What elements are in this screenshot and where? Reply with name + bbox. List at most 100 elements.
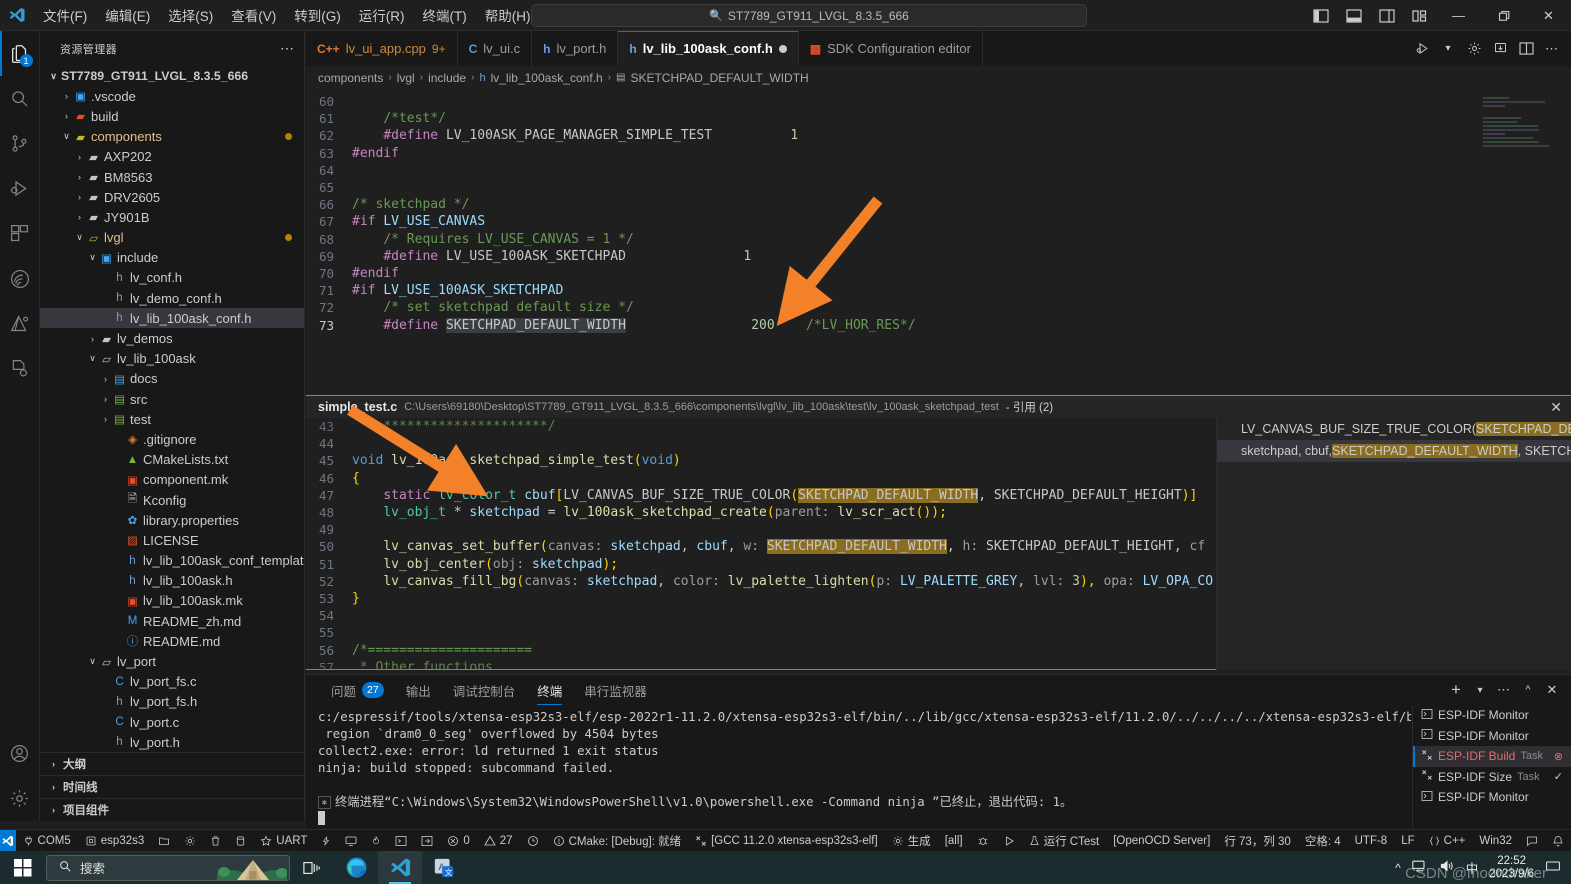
- taskbar-microsoft-edge[interactable]: [334, 851, 378, 884]
- status-bar-item-bug-icon[interactable]: [970, 830, 996, 852]
- editor-tab-lv_port.h[interactable]: h lv_port.h: [532, 31, 619, 66]
- activitybar-item-settings[interactable]: [0, 776, 40, 821]
- status-bar-item-utf8[interactable]: UTF-8: [1348, 830, 1395, 852]
- status-bar-item-27[interactable]: 27: [477, 830, 520, 852]
- status-bar-item-4[interactable]: 空格: 4: [1298, 830, 1348, 852]
- chevron-down-icon[interactable]: ▾: [1435, 31, 1461, 66]
- activitybar-item-source-control[interactable]: [0, 121, 40, 166]
- code-line[interactable]: 71 #if LV_USE_100ASK_SKETCHPAD: [306, 282, 1571, 299]
- more-actions-icon[interactable]: ⋯: [1539, 31, 1565, 66]
- panel-tab-1[interactable]: 输出: [395, 675, 442, 705]
- chevron-down-icon[interactable]: ▾: [1469, 675, 1491, 705]
- tree-item-test[interactable]: › ▤ test: [40, 409, 304, 429]
- breadcrumb-item[interactable]: lvgl: [397, 71, 415, 85]
- status-bar-item-com5[interactable]: COM5: [16, 830, 78, 852]
- tree-item-lv_lib_100ask[interactable]: ∨ ▱ lv_lib_100ask: [40, 349, 304, 369]
- status-bar-item-lf[interactable]: LF: [1394, 830, 1421, 852]
- chevron-down-icon[interactable]: ∨: [87, 353, 98, 364]
- tree-item-library.properties[interactable]: ›✿library.properties: [40, 510, 304, 530]
- editor-tab-lv_lib_100ask_conf.h[interactable]: h lv_lib_100ask_conf.h: [618, 31, 799, 66]
- toggle-panel-icon[interactable]: [1337, 0, 1370, 31]
- code-line[interactable]: 68 /* Requires LV_USE_CANVAS = 1 */: [306, 231, 1571, 248]
- menu-edit[interactable]: 编辑(E): [96, 2, 159, 28]
- code-line[interactable]: 73 #define SKETCHPAD_DEFAULT_WIDTH 200 /…: [306, 316, 1571, 333]
- tree-item-lv_demo_conf.h[interactable]: ›hlv_demo_conf.h: [40, 288, 304, 308]
- tree-item-lv_lib_100ask_conf.h[interactable]: ›hlv_lib_100ask_conf.h: [40, 308, 304, 329]
- tree-item-build[interactable]: › ▰ build: [40, 106, 304, 126]
- status-bar-item-bell-icon[interactable]: [1545, 830, 1571, 852]
- code-line[interactable]: 60: [306, 93, 1571, 110]
- more-actions-icon[interactable]: ⋯: [280, 40, 295, 57]
- panel-tab-0[interactable]: 问题 27: [320, 675, 395, 705]
- chevron-right-icon[interactable]: ›: [48, 759, 59, 769]
- status-bar-item-flame-icon[interactable]: [364, 830, 388, 852]
- tree-item-lv_port.c[interactable]: ›Clv_port.c: [40, 712, 304, 732]
- tree-item-.gitignore[interactable]: ›◈.gitignore: [40, 429, 304, 449]
- status-bar-item-folder-icon[interactable]: [151, 830, 177, 852]
- sidebar-section-1[interactable]: › 时间线: [40, 775, 304, 798]
- tree-item-component.mk[interactable]: ›▣component.mk: [40, 470, 304, 490]
- chevron-right-icon[interactable]: ›: [48, 782, 59, 792]
- flash-download-icon[interactable]: [1487, 31, 1513, 66]
- status-bar-item-clock-icon[interactable]: [520, 830, 546, 852]
- chevron-right-icon[interactable]: ›: [48, 805, 59, 815]
- menu-help[interactable]: 帮助(H): [476, 2, 540, 28]
- chevron-right-icon[interactable]: ›: [74, 172, 85, 182]
- quick-search-bar[interactable]: 🔍 ST7789_GT911_LVGL_8.3.5_666: [531, 4, 1087, 27]
- terminal-list-item[interactable]: ESP-IDF Monitor: [1413, 705, 1571, 726]
- tree-item-drv2605[interactable]: › ▰ DRV2605: [40, 187, 304, 207]
- tree-item-include[interactable]: ∨ ▣ include: [40, 248, 304, 268]
- reference-item[interactable]: LV_CANVAS_BUF_SIZE_TRUE_COLOR(SKETCHPAD_…: [1217, 418, 1571, 440]
- breadcrumb[interactable]: components › lvgl › include › h lv_lib_100ask_c…: [306, 66, 1571, 89]
- chevron-down-icon[interactable]: ∨: [87, 656, 98, 667]
- status-bar-item-database-icon[interactable]: [228, 830, 253, 852]
- chevron-right-icon[interactable]: ›: [74, 152, 85, 162]
- status-bar-item-win32[interactable]: Win32: [1472, 830, 1519, 852]
- panel-tab-4[interactable]: 串行监视器: [573, 675, 658, 705]
- tree-item-lv_lib_100ask_conf_template.h[interactable]: ›hlv_lib_100ask_conf_template.h: [40, 551, 304, 571]
- tree-item-lv_lib_100ask.h[interactable]: ›hlv_lib_100ask.h: [40, 571, 304, 591]
- chevron-right-icon[interactable]: ›: [61, 111, 72, 121]
- taskbar-search-box[interactable]: 搜索: [46, 854, 290, 881]
- close-button[interactable]: ✕: [1526, 0, 1571, 31]
- panel-tab-2[interactable]: 调试控制台: [442, 675, 527, 705]
- maximize-button[interactable]: [1481, 0, 1526, 31]
- status-bar-item-arrow-right-box-icon[interactable]: [414, 830, 440, 852]
- activitybar-item-run-debug[interactable]: [0, 166, 40, 211]
- code-line[interactable]: 69 #define LV_USE_100ASK_SKETCHPAD 1: [306, 248, 1571, 265]
- terminal-list-item[interactable]: ESP-IDF Monitor: [1413, 726, 1571, 747]
- status-bar-item-terminal-icon[interactable]: [388, 830, 414, 852]
- tree-item-src[interactable]: › ▤ src: [40, 389, 304, 409]
- taskbar-clock[interactable]: 22:52 2023/9/6: [1489, 855, 1534, 881]
- notification-icon[interactable]: [1545, 859, 1561, 876]
- code-line[interactable]: 66 /* sketchpad */: [306, 196, 1571, 213]
- status-bar-item-esp32s3[interactable]: esp32s3: [78, 830, 151, 852]
- editor-tabs[interactable]: C++ lv_ui_app.cpp 9+ Clv_ui.c h lv_port.h h lv_…: [306, 31, 1571, 66]
- minimap[interactable]: [1483, 93, 1561, 368]
- maximize-panel-icon[interactable]: ^: [1517, 675, 1539, 705]
- breadcrumb-item[interactable]: include: [428, 71, 466, 85]
- minimize-button[interactable]: —: [1436, 0, 1481, 31]
- tree-item-readme_zh.md[interactable]: ›MREADME_zh.md: [40, 611, 304, 631]
- status-bar-item-feedback-icon[interactable]: [1519, 830, 1545, 852]
- toggle-secondary-sidebar-icon[interactable]: [1370, 0, 1403, 31]
- tree-item-lvgl[interactable]: ∨ ▱ lvgl: [40, 228, 304, 248]
- chevron-right-icon[interactable]: ›: [100, 414, 111, 424]
- status-bar-item-cmakedebug[interactable]: CMake: [Debug]: 就绪: [546, 830, 688, 852]
- network-icon[interactable]: [1411, 859, 1428, 876]
- status-bar-item-trash-icon[interactable]: [203, 830, 228, 852]
- sidebar-section-0[interactable]: › 大纲: [40, 752, 304, 775]
- code-line[interactable]: 72 /* set sketchpad default size */: [306, 299, 1571, 316]
- chevron-right-icon[interactable]: ›: [100, 394, 111, 404]
- more-actions-icon[interactable]: ⋯: [1493, 675, 1515, 705]
- close-panel-icon[interactable]: ✕: [1541, 675, 1563, 705]
- chevron-right-icon[interactable]: ›: [74, 212, 85, 222]
- editor-tab-lv_ui_app.cpp[interactable]: C++ lv_ui_app.cpp 9+: [306, 31, 458, 66]
- panel-tabs[interactable]: 问题 27 输出 调试控制台 终端 串行监视器 + ▾ ⋯ ^ ✕: [306, 675, 1571, 705]
- tree-item-lv_port_fs.h[interactable]: ›hlv_port_fs.h: [40, 692, 304, 712]
- menu-view[interactable]: 查看(V): [222, 2, 285, 28]
- error-icon[interactable]: ⊗: [1554, 750, 1563, 763]
- menu-bar[interactable]: 文件(F) 编辑(E) 选择(S) 查看(V) 转到(G) 运行(R) 终端(T…: [34, 2, 540, 28]
- status-bar-item-lightning-icon[interactable]: [314, 830, 338, 852]
- status-bar-item-uart[interactable]: UART: [253, 830, 314, 852]
